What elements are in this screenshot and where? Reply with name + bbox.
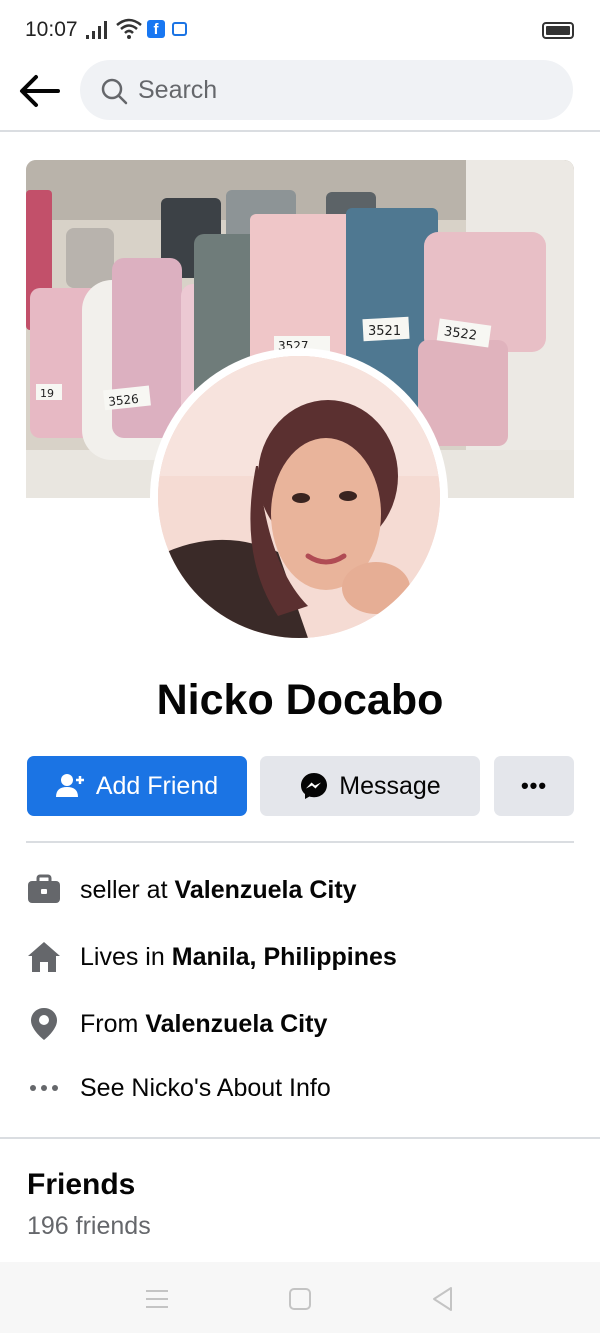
menu-icon[interactable] <box>142 1284 172 1314</box>
search-bar[interactable] <box>80 60 573 120</box>
arrow-left-icon[interactable] <box>18 73 62 109</box>
lives-in-info: Lives in Manila, Philippines <box>26 937 586 977</box>
from-info: From Valenzuela City <box>26 1004 586 1044</box>
home-icon <box>28 942 60 972</box>
cover-label: 19 <box>40 387 54 400</box>
from-prefix: From <box>80 1009 139 1038</box>
location-pin-icon <box>31 1008 57 1040</box>
add-friend-label: Add Friend <box>95 771 219 800</box>
profile-picture-image <box>158 356 440 638</box>
lives-prefix: Lives in <box>80 942 165 971</box>
message-button[interactable]: Message <box>260 756 480 816</box>
back-triangle-icon[interactable] <box>428 1284 458 1314</box>
messenger-icon <box>301 773 328 799</box>
see-about-label: See Nicko's About Info <box>80 1073 331 1102</box>
from-place[interactable]: Valenzuela City <box>145 1010 327 1039</box>
home-button-icon[interactable] <box>285 1284 315 1314</box>
top-header <box>0 60 600 132</box>
add-friend-icon <box>55 774 84 797</box>
search-input[interactable] <box>138 70 538 110</box>
battery-icon <box>542 22 574 39</box>
work-info: seller at Valenzuela City <box>26 870 586 910</box>
messenger-notification-icon <box>172 22 187 36</box>
briefcase-icon <box>28 874 60 903</box>
search-icon <box>101 78 128 105</box>
status-time: 10:07 <box>25 18 78 41</box>
work-place[interactable]: Valenzuela City <box>175 876 357 905</box>
more-icon: ••• <box>520 773 548 798</box>
friends-section-title[interactable]: Friends <box>27 1168 135 1202</box>
more-dots-icon <box>30 1085 58 1091</box>
profile-picture[interactable] <box>150 348 448 646</box>
add-friend-button[interactable]: Add Friend <box>27 756 247 816</box>
facebook-notification-icon: f <box>147 20 165 38</box>
profile-name: Nicko Docabo <box>156 676 444 724</box>
system-navigation-bar <box>0 1262 600 1333</box>
section-divider <box>0 1137 600 1139</box>
see-about-info-link[interactable]: See Nicko's About Info <box>26 1068 586 1108</box>
status-bar: 10:07 f <box>0 0 600 60</box>
signal-icon <box>86 21 107 39</box>
more-options-button[interactable]: ••• <box>494 756 574 816</box>
divider <box>26 841 574 843</box>
friends-count: 196 friends <box>27 1212 151 1240</box>
message-label: Message <box>339 771 441 800</box>
work-prefix: seller at <box>80 875 168 904</box>
cover-label: 3521 <box>368 324 401 339</box>
wifi-icon <box>116 18 142 39</box>
lives-place[interactable]: Manila, Philippines <box>172 943 397 972</box>
